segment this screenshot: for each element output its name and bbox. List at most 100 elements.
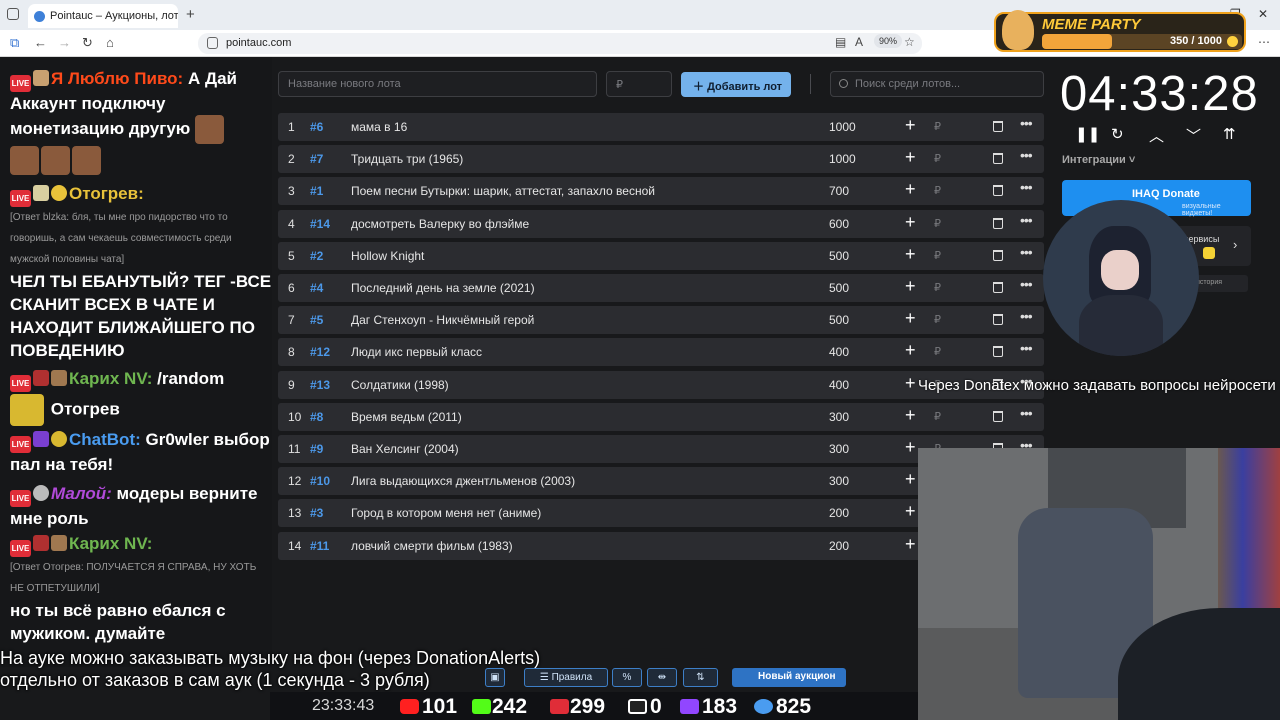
- delete-lot-icon[interactable]: [993, 410, 1003, 422]
- favorite-star-icon[interactable]: ☆: [904, 35, 915, 49]
- lot-id: #12: [310, 345, 331, 360]
- new-lot-input[interactable]: Название нового лота: [278, 71, 597, 97]
- currency-label: ₽: [934, 410, 941, 423]
- close-window-icon[interactable]: ✕: [1258, 7, 1268, 21]
- chat-message: LIVE Малой: модеры верните мне роль: [10, 482, 272, 530]
- more-options-icon[interactable]: •••: [1020, 308, 1033, 324]
- meme-progress-fill: [1042, 34, 1112, 49]
- integrations-dropdown[interactable]: Интеграции ˅: [1062, 154, 1135, 166]
- sort-icon[interactable]: ⇅: [683, 668, 718, 687]
- avatar-face: [1101, 250, 1139, 290]
- add-amount-icon[interactable]: +: [905, 373, 916, 394]
- tab-title: Pointauc – Аукционы, лотереи: [50, 10, 178, 22]
- lot-amount[interactable]: 600: [829, 217, 849, 231]
- reset-icon[interactable]: ↻: [1111, 125, 1124, 143]
- reload-icon[interactable]: ↻: [82, 35, 93, 51]
- delete-lot-icon[interactable]: [993, 314, 1003, 326]
- lot-amount[interactable]: 200: [829, 506, 849, 520]
- delete-lot-icon[interactable]: [993, 249, 1003, 261]
- url-field[interactable]: pointauc.com: [198, 33, 922, 54]
- avatar-body: [1079, 295, 1163, 356]
- lot-row[interactable]: 7 #5 Даг Стенхоуп - Никчёмный герой 500 + ₽ ••…: [278, 306, 1044, 335]
- sidebar-toggle-icon[interactable]: ⧉: [10, 35, 19, 51]
- more-options-icon[interactable]: •••: [1020, 276, 1033, 292]
- more-options-icon[interactable]: •••: [1020, 405, 1033, 421]
- add-amount-icon[interactable]: +: [905, 115, 916, 136]
- chat-message: LIVE Карих NV: [Ответ Отогрев: ПОЛУЧАЕТСЯ…: [10, 532, 272, 645]
- chevron-up-icon[interactable]: ︿: [1149, 125, 1164, 146]
- new-tab-icon[interactable]: +: [186, 6, 195, 23]
- lot-amount[interactable]: 300: [829, 442, 849, 456]
- lot-row[interactable]: 10 #8 Время ведьм (2011) 300 + ₽ •••: [278, 402, 1044, 431]
- translate-icon[interactable]: A: [855, 35, 863, 49]
- more-options-icon[interactable]: •••: [1020, 179, 1033, 195]
- delete-lot-icon[interactable]: [993, 153, 1003, 165]
- add-amount-icon[interactable]: +: [905, 340, 916, 361]
- browser-tab[interactable]: Pointauc – Аукционы, лотереи ✕: [28, 4, 178, 28]
- delete-lot-icon[interactable]: [993, 185, 1003, 197]
- delete-lot-icon[interactable]: [993, 282, 1003, 293]
- lot-row[interactable]: 8 #12 Люди икс первый класс 400 + ₽ •••: [278, 338, 1044, 367]
- lot-amount[interactable]: 500: [829, 313, 849, 327]
- lot-amount[interactable]: 400: [829, 378, 849, 392]
- split-icon[interactable]: ⇹: [647, 668, 677, 687]
- double-up-icon[interactable]: ⇈: [1223, 125, 1236, 143]
- lot-id: #7: [310, 152, 324, 167]
- lot-row[interactable]: 2 #7 Тридцать три (1965) 1000 + ₽ •••: [278, 145, 1044, 174]
- add-amount-icon[interactable]: +: [905, 501, 916, 522]
- add-amount-icon[interactable]: +: [905, 437, 916, 458]
- lot-amount[interactable]: 500: [829, 249, 849, 263]
- delete-lot-icon[interactable]: [993, 217, 1003, 229]
- rules-button[interactable]: ☰ Правила: [524, 668, 608, 687]
- add-lot-button[interactable]: ＋ Добавить лот: [681, 72, 791, 97]
- add-amount-icon[interactable]: +: [905, 405, 916, 426]
- tab-actions-icon[interactable]: [7, 8, 19, 20]
- add-amount-icon[interactable]: +: [905, 469, 916, 490]
- delete-lot-icon[interactable]: [993, 346, 1003, 358]
- more-options-icon[interactable]: •••: [1020, 340, 1033, 356]
- lot-row[interactable]: 4 #14 досмотреть Валерку во флэйме 600 + ₽ •••: [278, 209, 1044, 238]
- lot-amount[interactable]: 700: [829, 184, 849, 198]
- delete-lot-icon[interactable]: [993, 121, 1003, 132]
- more-options-icon[interactable]: •••: [1020, 212, 1033, 228]
- lot-row[interactable]: 6 #4 Последний день на земле (2021) 500 + ₽ ••…: [278, 274, 1044, 302]
- chevron-down-icon[interactable]: ﹀: [1186, 125, 1201, 146]
- zoom-indicator[interactable]: 90%: [874, 34, 903, 48]
- chat-username: Карих NV:: [69, 369, 153, 388]
- currency-label: ₽: [934, 282, 941, 294]
- home-icon[interactable]: ⌂: [106, 35, 114, 50]
- add-amount-icon[interactable]: +: [905, 534, 916, 555]
- more-options-icon[interactable]: •••: [1020, 147, 1033, 163]
- lot-search-input[interactable]: Поиск среди лотов...: [830, 71, 1044, 97]
- add-amount-icon[interactable]: +: [905, 276, 916, 297]
- back-icon[interactable]: ←: [34, 35, 47, 50]
- more-options-icon[interactable]: •••: [1020, 244, 1033, 260]
- add-amount-icon[interactable]: +: [905, 244, 916, 265]
- lot-amount[interactable]: 300: [829, 474, 849, 488]
- lot-amount[interactable]: 300: [829, 410, 849, 424]
- add-amount-icon[interactable]: +: [905, 308, 916, 329]
- new-auction-button[interactable]: Новый аукцион: [732, 668, 846, 687]
- lot-row[interactable]: 1 #6 мама в 16 1000 + ₽ •••: [278, 113, 1044, 141]
- add-amount-icon[interactable]: +: [905, 179, 916, 200]
- lot-amount[interactable]: 500: [829, 281, 849, 295]
- pause-icon[interactable]: ❚❚: [1075, 125, 1100, 143]
- add-amount-icon[interactable]: +: [905, 147, 916, 168]
- lot-row[interactable]: 5 #2 Hollow Knight 500 + ₽ •••: [278, 241, 1044, 270]
- lot-amount-input[interactable]: ₽: [606, 71, 672, 97]
- add-amount-icon[interactable]: +: [905, 212, 916, 233]
- forward-icon[interactable]: →: [58, 35, 71, 50]
- lot-amount[interactable]: 400: [829, 345, 849, 359]
- percent-button[interactable]: %: [612, 668, 642, 687]
- lot-amount[interactable]: 1000: [829, 152, 856, 166]
- browser-menu-icon[interactable]: ⋯: [1258, 35, 1270, 49]
- site-info-icon[interactable]: [207, 37, 218, 49]
- lot-amount[interactable]: 200: [829, 539, 849, 553]
- more-options-icon[interactable]: •••: [1020, 115, 1033, 131]
- lot-amount[interactable]: 1000: [829, 120, 856, 134]
- save-icon[interactable]: ▣: [485, 668, 505, 687]
- chat-username: Отогрев:: [69, 184, 144, 203]
- vk-live-icon: [550, 699, 569, 714]
- lot-row[interactable]: 3 #1 Поем песни Бутырки: шарик, аттестат, …: [278, 177, 1044, 206]
- reader-mode-icon[interactable]: ▤: [835, 35, 846, 49]
